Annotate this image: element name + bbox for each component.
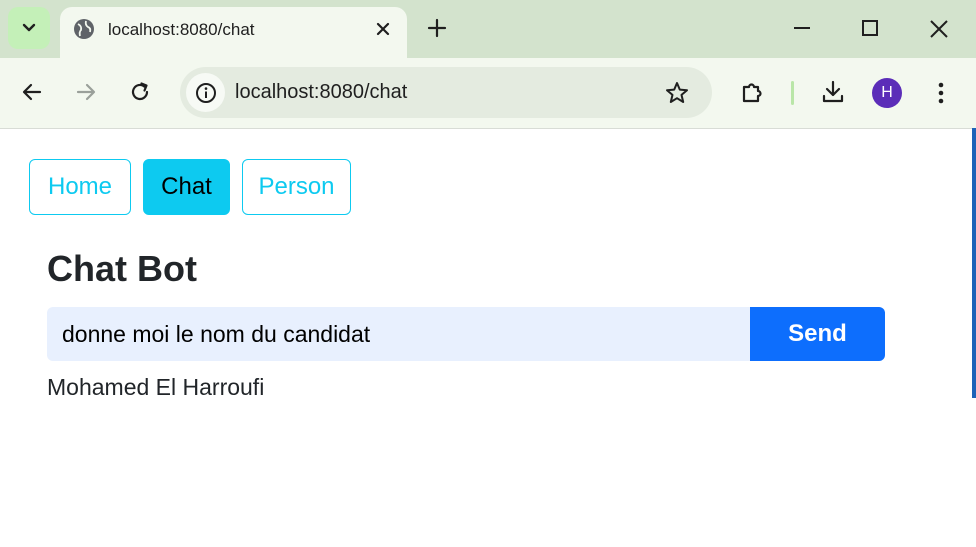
tab-title: localhost:8080/chat <box>108 20 255 39</box>
tab-search-button[interactable] <box>8 7 50 49</box>
globe-icon <box>74 19 94 39</box>
new-tab-icon[interactable] <box>426 17 448 39</box>
minimize-icon[interactable] <box>792 18 812 38</box>
back-arrow-icon[interactable] <box>20 80 44 104</box>
url-text: localhost:8080/chat <box>235 81 408 103</box>
download-icon[interactable] <box>820 79 846 105</box>
page-title: Chat Bot <box>47 248 197 289</box>
chevron-down-icon <box>22 23 36 32</box>
close-tab-icon[interactable] <box>373 19 393 39</box>
close-window-icon[interactable] <box>928 18 950 40</box>
chat-input[interactable]: donne moi le nom du candidat <box>47 307 750 361</box>
info-icon <box>195 82 216 103</box>
profile-avatar[interactable]: H <box>872 78 902 108</box>
tab-strip: localhost:8080/chat <box>0 0 976 58</box>
maximize-icon[interactable] <box>860 18 880 38</box>
forward-arrow-icon[interactable] <box>74 80 98 104</box>
reload-icon[interactable] <box>128 80 152 104</box>
chat-response: Mohamed El Harroufi <box>47 374 265 400</box>
site-info-button[interactable] <box>186 73 225 112</box>
address-bar[interactable]: localhost:8080/chat <box>180 67 712 118</box>
toolbar-divider <box>791 81 794 105</box>
browser-toolbar: localhost:8080/chat H <box>0 58 976 129</box>
nav-home-button[interactable]: Home <box>29 159 131 215</box>
window-edge <box>972 128 976 398</box>
nav-chat-button[interactable]: Chat <box>143 159 230 215</box>
nav-person-button[interactable]: Person <box>242 159 351 215</box>
bookmark-star-icon[interactable] <box>664 80 690 106</box>
extensions-puzzle-icon[interactable] <box>740 79 766 105</box>
more-menu-icon[interactable] <box>930 80 952 106</box>
browser-tab[interactable]: localhost:8080/chat <box>60 7 407 58</box>
send-button[interactable]: Send <box>750 307 885 361</box>
